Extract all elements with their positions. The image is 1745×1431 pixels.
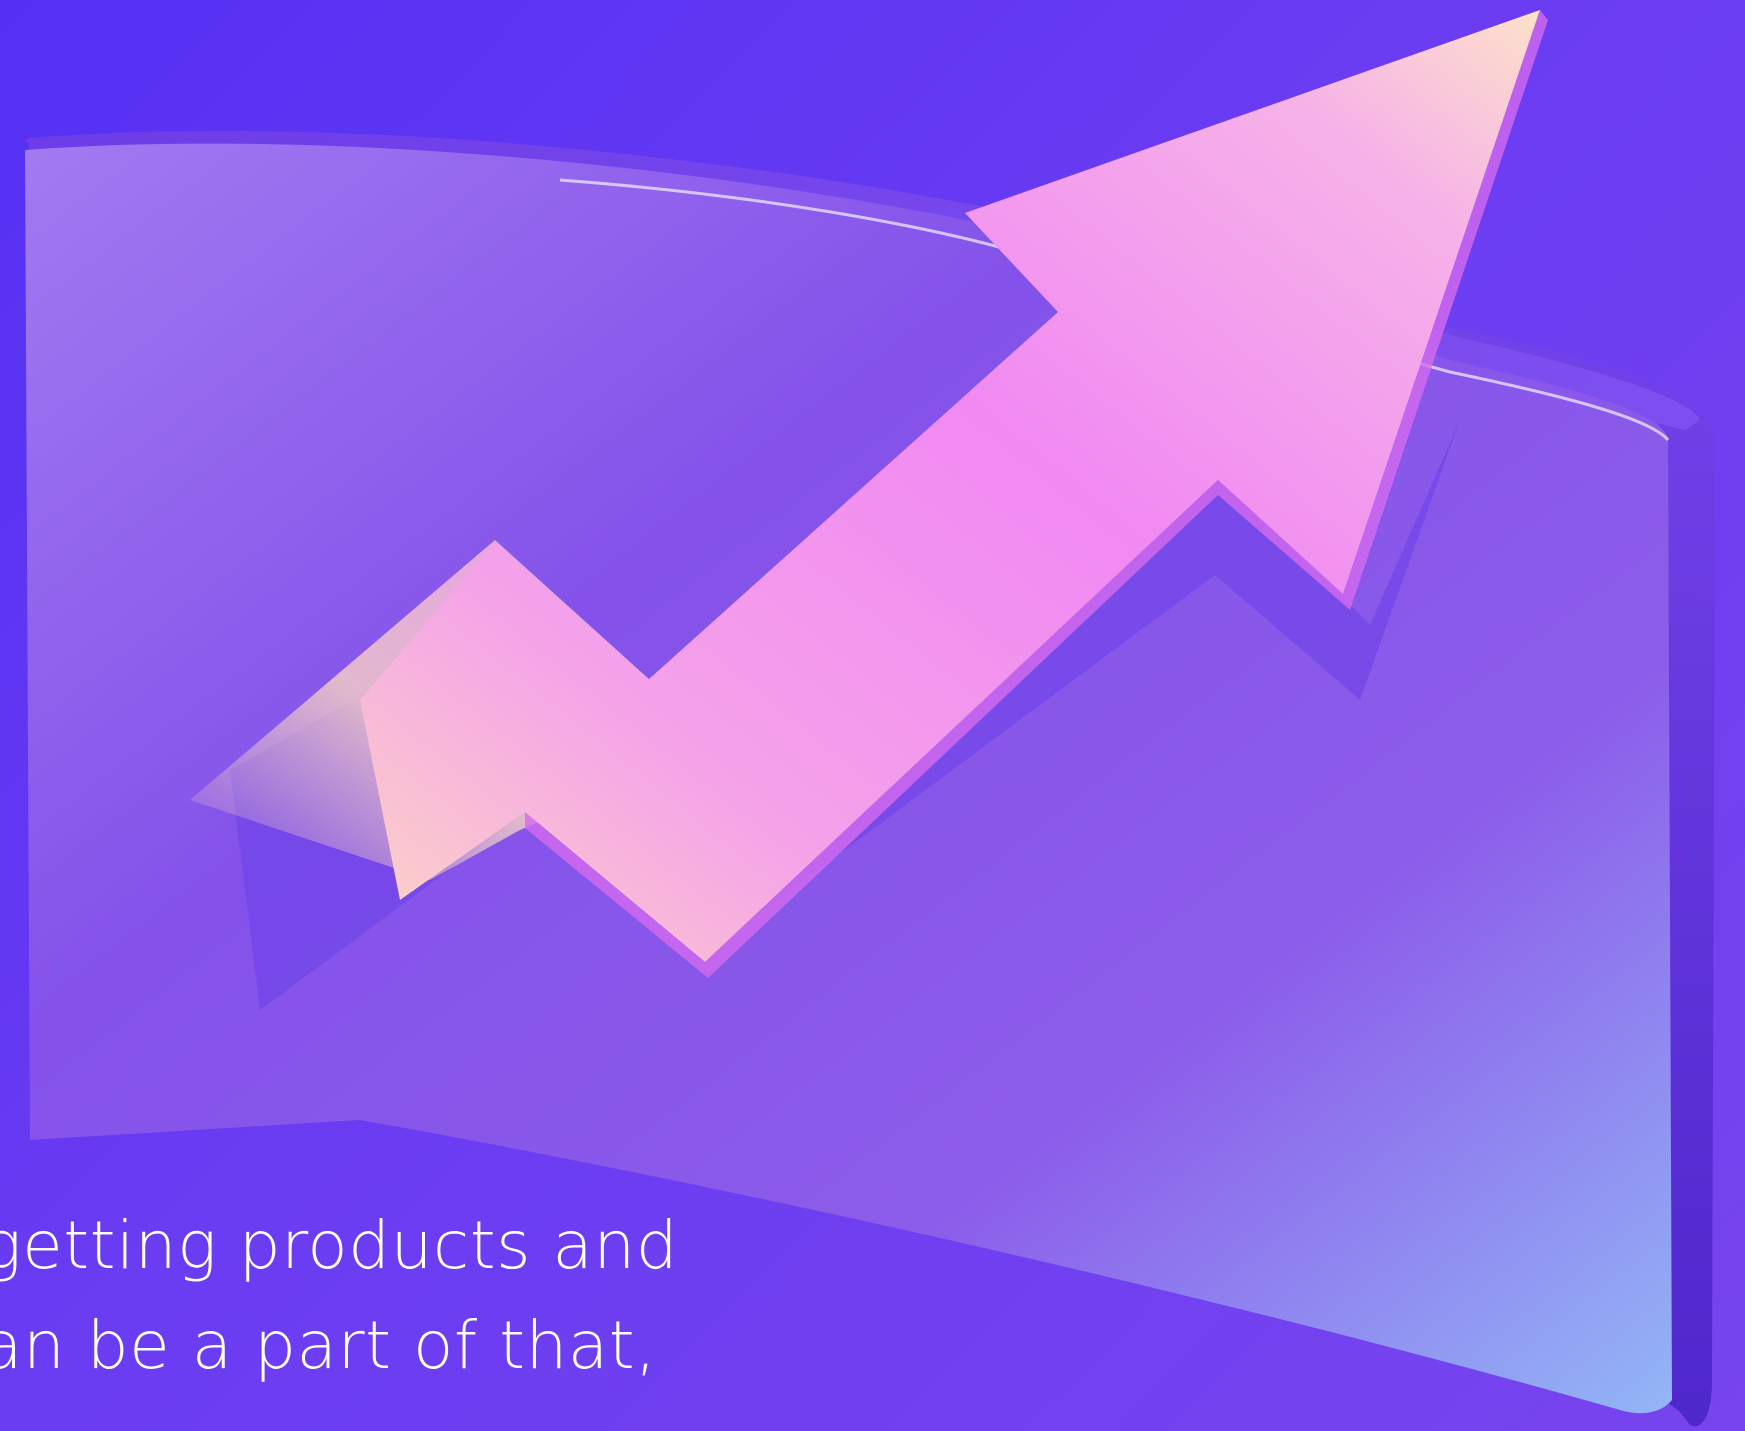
text-line-2: an be a part of that, xyxy=(0,1307,657,1384)
text-line-1: getting products and xyxy=(0,1207,679,1284)
text-fragment: getting products and an be a part of tha… xyxy=(0,1195,700,1431)
